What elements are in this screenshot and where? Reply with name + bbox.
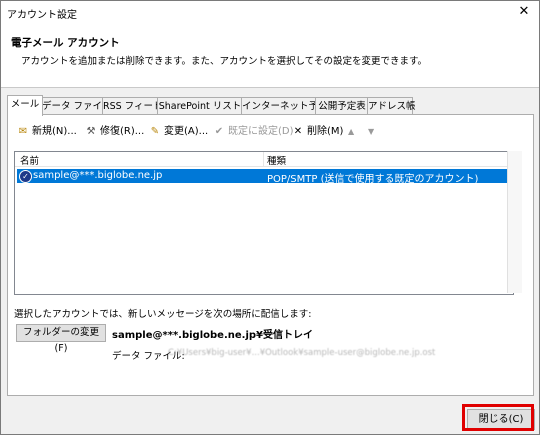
tab-rss-feeds[interactable]: RSS フィード bbox=[102, 97, 163, 115]
change-button[interactable]: ✎ 変更(A)... bbox=[148, 123, 208, 141]
tab-data-files[interactable]: データ ファイル bbox=[41, 97, 112, 115]
header-panel: 電子メール アカウント アカウントを追加または削除できます。また、アカウントを選… bbox=[1, 23, 539, 88]
list-scrollbar[interactable] bbox=[507, 151, 522, 293]
data-file-path: C:¥Users¥big-user¥...¥Outlook¥sample-use… bbox=[168, 348, 436, 358]
repair-button[interactable]: ⚒ 修復(R)... bbox=[84, 123, 145, 141]
change-folder-button[interactable]: フォルダーの変更(F) bbox=[16, 324, 106, 354]
delivery-folder-path: sample@***.biglobe.ne.jp¥受信トレイ bbox=[112, 330, 314, 341]
move-down-icon[interactable]: ▼ bbox=[368, 123, 374, 141]
tab-sharepoint-lists[interactable]: SharePoint リスト bbox=[157, 97, 243, 115]
set-default-button[interactable]: ✔ 既定に設定(D) bbox=[212, 123, 294, 141]
tab-address-books[interactable]: アドレス帳 bbox=[367, 97, 416, 115]
new-account-icon: ✉ bbox=[18, 126, 28, 137]
account-list[interactable]: 名前 種類 ✓ sample@***.biglobe.ne.jp POP/SMT… bbox=[14, 151, 514, 295]
delivery-label: 選択したアカウントでは、新しいメッセージを次の場所に配信します: bbox=[14, 309, 312, 320]
mail-tab-panel: ✉ 新規(N)... ⚒ 修復(R)... ✎ 変更(A)... ✔ 既定に設定(D) … bbox=[7, 114, 534, 396]
list-header: 名前 種類 bbox=[15, 152, 513, 167]
title-bar: アカウント設定 ✕ bbox=[1, 1, 539, 23]
column-header-type[interactable]: 種類 bbox=[267, 153, 286, 167]
delete-icon: ✕ bbox=[293, 126, 303, 137]
move-up-icon[interactable]: ▲ bbox=[348, 123, 354, 141]
tab-mail[interactable]: メール bbox=[7, 95, 43, 116]
column-header-name[interactable]: 名前 bbox=[20, 153, 39, 167]
new-button[interactable]: ✉ 新規(N)... bbox=[16, 123, 77, 141]
page-description: アカウントを追加または削除できます。また、アカウントを選択してその設定を変更でき… bbox=[21, 56, 428, 67]
close-button-highlight bbox=[462, 404, 534, 431]
default-account-check-icon: ✓ bbox=[19, 170, 32, 183]
page-title: 電子メール アカウント bbox=[11, 37, 120, 49]
delete-button[interactable]: ✕ 削除(M) bbox=[291, 123, 344, 141]
window-title: アカウント設定 bbox=[7, 10, 77, 21]
account-settings-window: アカウント設定 ✕ 電子メール アカウント アカウントを追加または削除できます。… bbox=[0, 0, 540, 435]
change-icon: ✎ bbox=[150, 126, 160, 137]
column-divider bbox=[263, 152, 264, 166]
tab-published-calendars[interactable]: 公開予定表 bbox=[315, 97, 369, 115]
table-row[interactable]: ✓ sample@***.biglobe.ne.jp POP/SMTP (送信で… bbox=[17, 169, 511, 185]
check-circle-icon: ✔ bbox=[214, 126, 224, 137]
close-icon[interactable]: ✕ bbox=[515, 3, 533, 21]
repair-icon: ⚒ bbox=[86, 126, 96, 137]
account-type: POP/SMTP (送信で使用する既定のアカウント) bbox=[267, 174, 479, 185]
account-name: sample@***.biglobe.ne.jp bbox=[33, 170, 163, 181]
tab-internet-calendars[interactable]: インターネット予定表 bbox=[241, 97, 337, 115]
